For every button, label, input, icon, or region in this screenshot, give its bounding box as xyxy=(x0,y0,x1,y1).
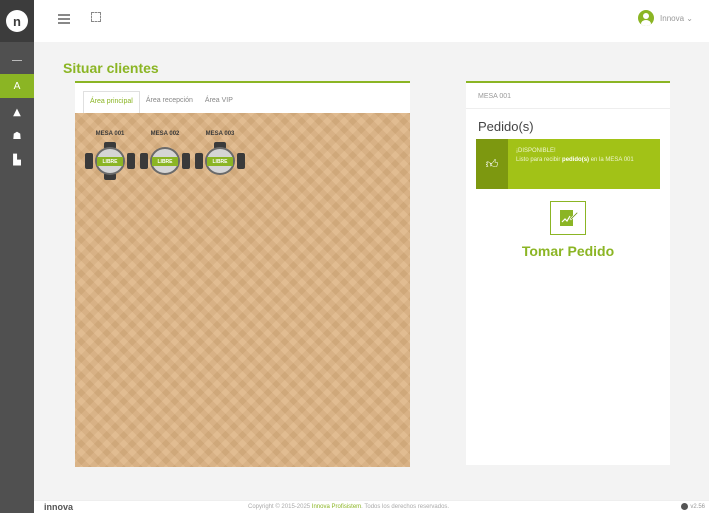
version-label: v2.56 xyxy=(690,503,705,510)
order-panel: MESA 001 Pedido(s) 👍︎ ¡DISPONIBLE! Listo… xyxy=(466,81,670,465)
table-icon: LIBRE xyxy=(193,141,247,181)
table-name: MESA 003 xyxy=(205,131,235,137)
take-order-button[interactable]: Tomar Pedido xyxy=(515,201,621,259)
status-badge: LIBRE xyxy=(207,157,233,166)
logo-icon: n xyxy=(6,10,28,32)
alert-text: ¡DISPONIBLE! Listo para recibir pedido(s… xyxy=(508,139,642,189)
alert-body: Listo para recibir pedido(s) en la MESA … xyxy=(516,157,634,163)
building-icon: ▙ xyxy=(13,154,21,166)
group-icon: ☗ xyxy=(12,130,22,142)
fullscreen-icon[interactable] xyxy=(91,12,101,22)
area-tabs: Área principal Área recepción Área VIP xyxy=(83,91,239,113)
thumbs-up-icon: 👍︎ xyxy=(476,139,508,189)
table-icon: LIBRE xyxy=(138,141,192,181)
table-icon: LIBRE xyxy=(83,141,137,181)
footer-brand: innova xyxy=(44,502,74,512)
tab-area-vip[interactable]: Área VIP xyxy=(199,91,239,113)
version-info: v2.56 xyxy=(681,503,705,510)
sidebar-item-situar-clientes[interactable]: A xyxy=(0,74,34,98)
app-logo[interactable]: n xyxy=(0,0,34,42)
sidebar: n A ▲ ☗ ▙ xyxy=(0,0,34,513)
user-name: Innova ⌄ xyxy=(660,13,693,23)
areas-panel: Área principal Área recepción Área VIP M… xyxy=(75,81,410,467)
page-title: Situar clientes xyxy=(63,60,159,76)
table-mesa-002[interactable]: MESA 002 LIBRE xyxy=(138,131,192,193)
orders-title: Pedido(s) xyxy=(478,119,534,134)
company-link[interactable]: Innova Profisistem xyxy=(312,504,361,510)
availability-alert: 👍︎ ¡DISPONIBLE! Listo para recibir pedid… xyxy=(476,139,660,189)
status-badge: LIBRE xyxy=(97,157,123,166)
table-mesa-003[interactable]: MESA 003 LIBRE xyxy=(193,131,247,193)
selected-table-header: MESA 001 xyxy=(466,83,670,109)
waiter-icon: A xyxy=(13,80,21,92)
github-icon xyxy=(681,503,689,510)
sidebar-item-pedidos[interactable]: ▲ xyxy=(0,100,34,124)
footer-copyright: Copyright © 2015-2025 Innova Profisistem… xyxy=(248,504,450,510)
menu-icon[interactable] xyxy=(58,14,70,24)
user-avatar-icon xyxy=(638,10,655,26)
top-bar: Innova ⌄ xyxy=(34,0,709,42)
take-order-label: Tomar Pedido xyxy=(521,243,615,259)
tab-area-recepcion[interactable]: Área recepción xyxy=(140,91,199,113)
alert-heading: ¡DISPONIBLE! xyxy=(516,148,556,154)
floor-plan: MESA 001 LIBRE MESA 002 LIBRE MESA 003 L… xyxy=(75,113,410,467)
cloche-icon: ▲ xyxy=(13,106,21,118)
table-name: MESA 002 xyxy=(150,131,180,137)
user-menu[interactable]: Innova ⌄ xyxy=(638,10,693,26)
table-name: MESA 001 xyxy=(95,131,125,137)
edit-document-icon xyxy=(550,201,586,235)
sidebar-item-empresa[interactable]: ▙ xyxy=(0,148,34,172)
sidebar-item-clientes[interactable]: ☗ xyxy=(0,124,34,148)
status-badge: LIBRE xyxy=(152,157,178,166)
table-mesa-001[interactable]: MESA 001 LIBRE xyxy=(83,131,137,193)
tab-area-principal[interactable]: Área principal xyxy=(83,91,140,113)
footer: innova Copyright © 2015-2025 Innova Prof… xyxy=(34,500,709,513)
sidebar-divider xyxy=(12,60,22,61)
